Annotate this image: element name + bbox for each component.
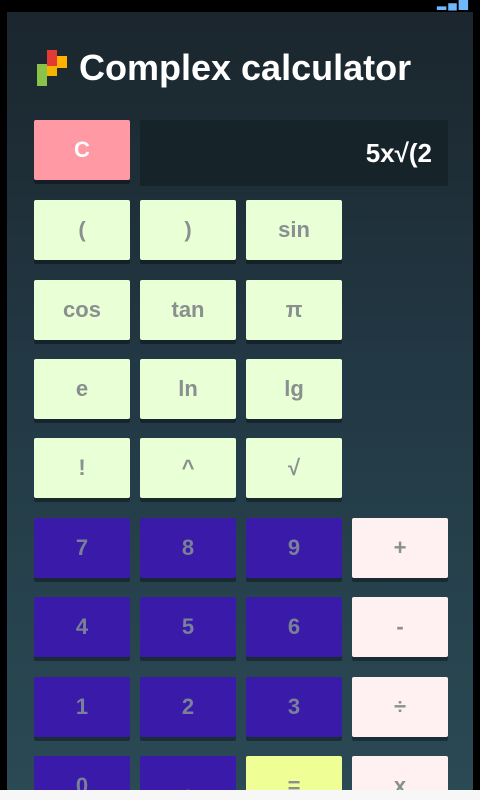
pi-button[interactable]: π	[246, 280, 342, 340]
digit-7-button[interactable]: 7	[34, 518, 130, 578]
divide-button[interactable]: ÷	[352, 677, 448, 737]
minus-button[interactable]: -	[352, 597, 448, 657]
close-paren-button[interactable]: )	[140, 200, 236, 260]
sin-button[interactable]: sin	[246, 200, 342, 260]
ln-button[interactable]: ln	[140, 359, 236, 419]
bottom-edge	[0, 790, 480, 800]
sqrt-button[interactable]: √	[246, 438, 342, 498]
app-logo-icon	[37, 50, 67, 86]
factorial-button[interactable]: !	[34, 438, 130, 498]
app-title: Complex calculator	[79, 47, 412, 88]
digit-3-button[interactable]: 3	[246, 677, 342, 737]
e-button[interactable]: e	[34, 359, 130, 419]
digit-5-button[interactable]: 5	[140, 597, 236, 657]
clear-button[interactable]: C	[34, 120, 130, 180]
tan-button[interactable]: tan	[140, 280, 236, 340]
app-header: Complex calculator	[7, 12, 473, 112]
calculator-app: Complex calculator C 5x√(2 ( ) sin cos t…	[7, 12, 473, 800]
expression-display: 5x√(2	[140, 120, 448, 186]
digit-9-button[interactable]: 9	[246, 518, 342, 578]
plus-button[interactable]: +	[352, 518, 448, 578]
signal-icon: ▂▄▆	[437, 0, 470, 10]
digit-2-button[interactable]: 2	[140, 677, 236, 737]
cos-button[interactable]: cos	[34, 280, 130, 340]
digit-8-button[interactable]: 8	[140, 518, 236, 578]
lg-button[interactable]: lg	[246, 359, 342, 419]
digit-6-button[interactable]: 6	[246, 597, 342, 657]
digit-4-button[interactable]: 4	[34, 597, 130, 657]
digit-1-button[interactable]: 1	[34, 677, 130, 737]
power-button[interactable]: ^	[140, 438, 236, 498]
status-bar: ▂▄▆	[0, 0, 480, 12]
open-paren-button[interactable]: (	[34, 200, 130, 260]
